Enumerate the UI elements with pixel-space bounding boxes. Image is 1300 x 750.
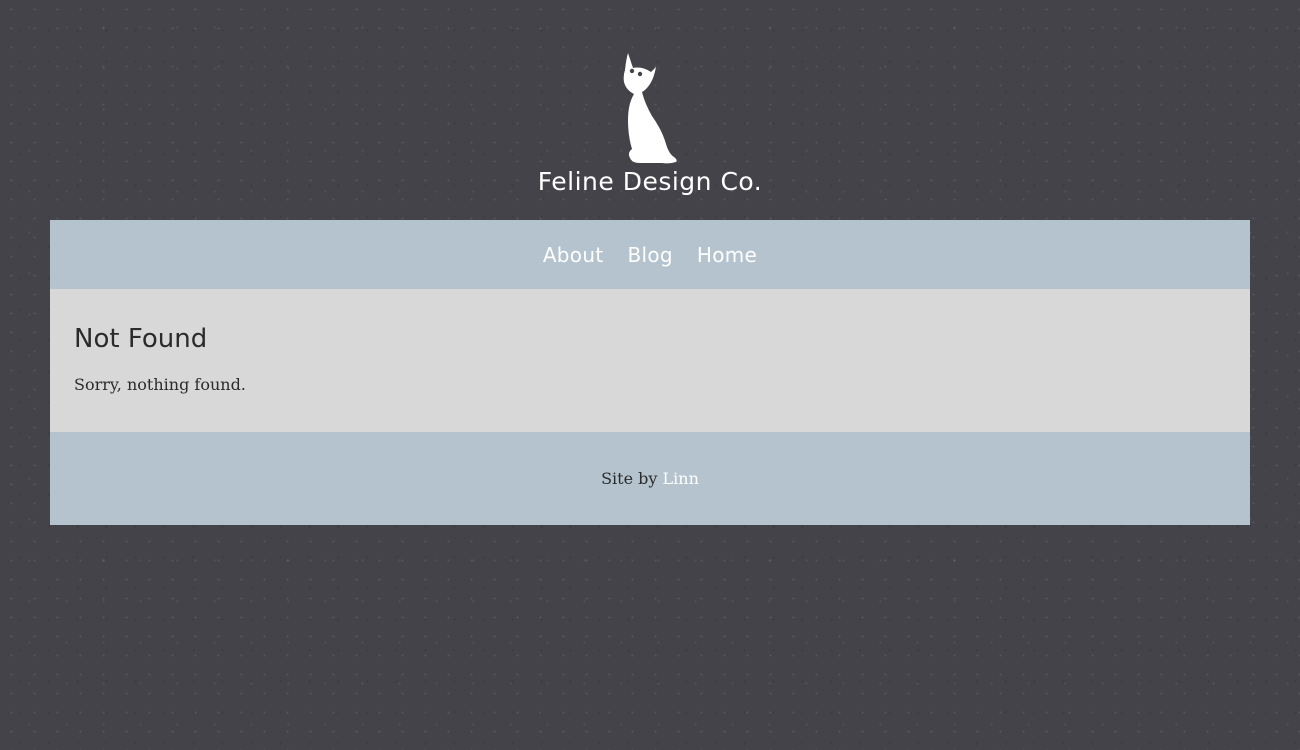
main-content: Not Found Sorry, nothing found. — [50, 289, 1250, 432]
not-found-message: Sorry, nothing found. — [74, 375, 246, 394]
site-header: Feline Design Co. — [0, 0, 1300, 220]
main-nav: About Blog Home — [50, 220, 1250, 289]
footer-credit-link[interactable]: Linn — [663, 469, 699, 488]
footer-credit-prefix: Site by — [601, 469, 658, 488]
site-title[interactable]: Feline Design Co. — [0, 166, 1300, 198]
site-footer: Site by Linn — [50, 432, 1250, 525]
page-title: Not Found — [74, 324, 208, 354]
nav-link-home[interactable]: Home — [697, 243, 757, 267]
nav-link-about[interactable]: About — [543, 243, 604, 267]
footer-credit: Site by Linn — [50, 469, 1250, 489]
nav-link-blog[interactable]: Blog — [627, 243, 672, 267]
cat-logo-icon[interactable] — [618, 50, 682, 166]
